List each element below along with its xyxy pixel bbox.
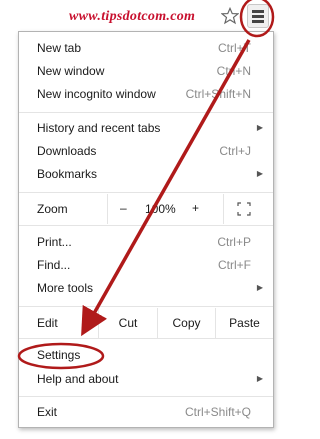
menu-item-help[interactable]: Help and about ▶ [19, 368, 273, 390]
chrome-menu: New tab Ctrl+T New window Ctrl+N New inc… [18, 31, 274, 428]
zoom-level: 100% [145, 202, 176, 216]
menu-item-label: History and recent tabs [37, 121, 161, 135]
menu-item-more-tools[interactable]: More tools ▶ [19, 277, 273, 299]
browser-toolbar: www.tipsdotcom.com [0, 0, 286, 32]
menu-separator [19, 396, 273, 397]
star-icon[interactable] [221, 7, 239, 25]
menu-item-label: Help and about [37, 372, 119, 386]
zoom-row: Zoom – 100% + [19, 194, 273, 224]
menu-item-shortcut: Ctrl+F [218, 258, 251, 272]
menu-item-exit[interactable]: Exit Ctrl+Shift+Q [19, 401, 273, 423]
menu-item-shortcut: Ctrl+Shift+N [185, 87, 251, 101]
menu-item-label: Exit [37, 405, 58, 419]
menu-button[interactable] [247, 4, 269, 28]
menu-item-label: Settings [37, 348, 81, 362]
submenu-arrow-icon: ▶ [256, 374, 263, 383]
screenshot: www.tipsdotcom.com New tab Ctrl+T New wi… [0, 0, 286, 439]
menu-item-new-tab[interactable]: New tab Ctrl+T [19, 37, 273, 59]
hamburger-icon-bar [252, 15, 264, 18]
menu-item-label: New window [37, 64, 105, 78]
submenu-arrow-icon: ▶ [256, 169, 263, 178]
zoom-in-button[interactable]: + [192, 201, 199, 215]
menu-item-label: More tools [37, 281, 94, 295]
menu-item-find[interactable]: Find... Ctrl+F [19, 254, 273, 276]
cut-button[interactable]: Cut [99, 308, 157, 338]
menu-item-shortcut: Ctrl+P [217, 235, 251, 249]
menu-item-label: New tab [37, 41, 82, 55]
zoom-divider [107, 194, 108, 224]
menu-separator [19, 338, 273, 339]
menu-item-new-window[interactable]: New window Ctrl+N [19, 60, 273, 82]
menu-separator [19, 112, 273, 113]
edit-label: Edit [37, 316, 58, 330]
paste-button[interactable]: Paste [216, 308, 273, 338]
menu-item-history[interactable]: History and recent tabs ▶ [19, 117, 273, 139]
menu-item-shortcut: Ctrl+J [219, 144, 251, 158]
menu-item-label: New incognito window [37, 87, 156, 101]
menu-item-label: Bookmarks [37, 167, 98, 181]
menu-item-shortcut: Ctrl+T [218, 41, 251, 55]
hamburger-icon [252, 10, 264, 13]
watermark-text: www.tipsdotcom.com [69, 9, 196, 24]
menu-item-shortcut: Ctrl+N [216, 64, 251, 78]
edit-row: Edit Cut Copy Paste [19, 308, 273, 338]
zoom-label: Zoom [37, 202, 68, 216]
zoom-out-button[interactable]: – [120, 201, 127, 215]
menu-item-downloads[interactable]: Downloads Ctrl+J [19, 140, 273, 162]
menu-separator [19, 192, 273, 193]
zoom-divider [223, 194, 224, 224]
menu-item-label: Print... [37, 235, 72, 249]
menu-item-new-incognito[interactable]: New incognito window Ctrl+Shift+N [19, 83, 273, 105]
menu-item-bookmarks[interactable]: Bookmarks ▶ [19, 163, 273, 185]
menu-separator [19, 306, 273, 307]
submenu-arrow-icon: ▶ [256, 283, 263, 292]
copy-button[interactable]: Copy [158, 308, 215, 338]
menu-item-label: Find... [37, 258, 71, 272]
menu-item-label: Downloads [37, 144, 97, 158]
menu-item-shortcut: Ctrl+Shift+Q [184, 405, 251, 419]
menu-item-print[interactable]: Print... Ctrl+P [19, 231, 273, 253]
submenu-arrow-icon: ▶ [256, 123, 263, 132]
menu-item-settings[interactable]: Settings [19, 344, 273, 366]
menu-separator [19, 225, 273, 226]
fullscreen-icon[interactable] [237, 202, 251, 216]
hamburger-icon-bar [252, 20, 264, 23]
